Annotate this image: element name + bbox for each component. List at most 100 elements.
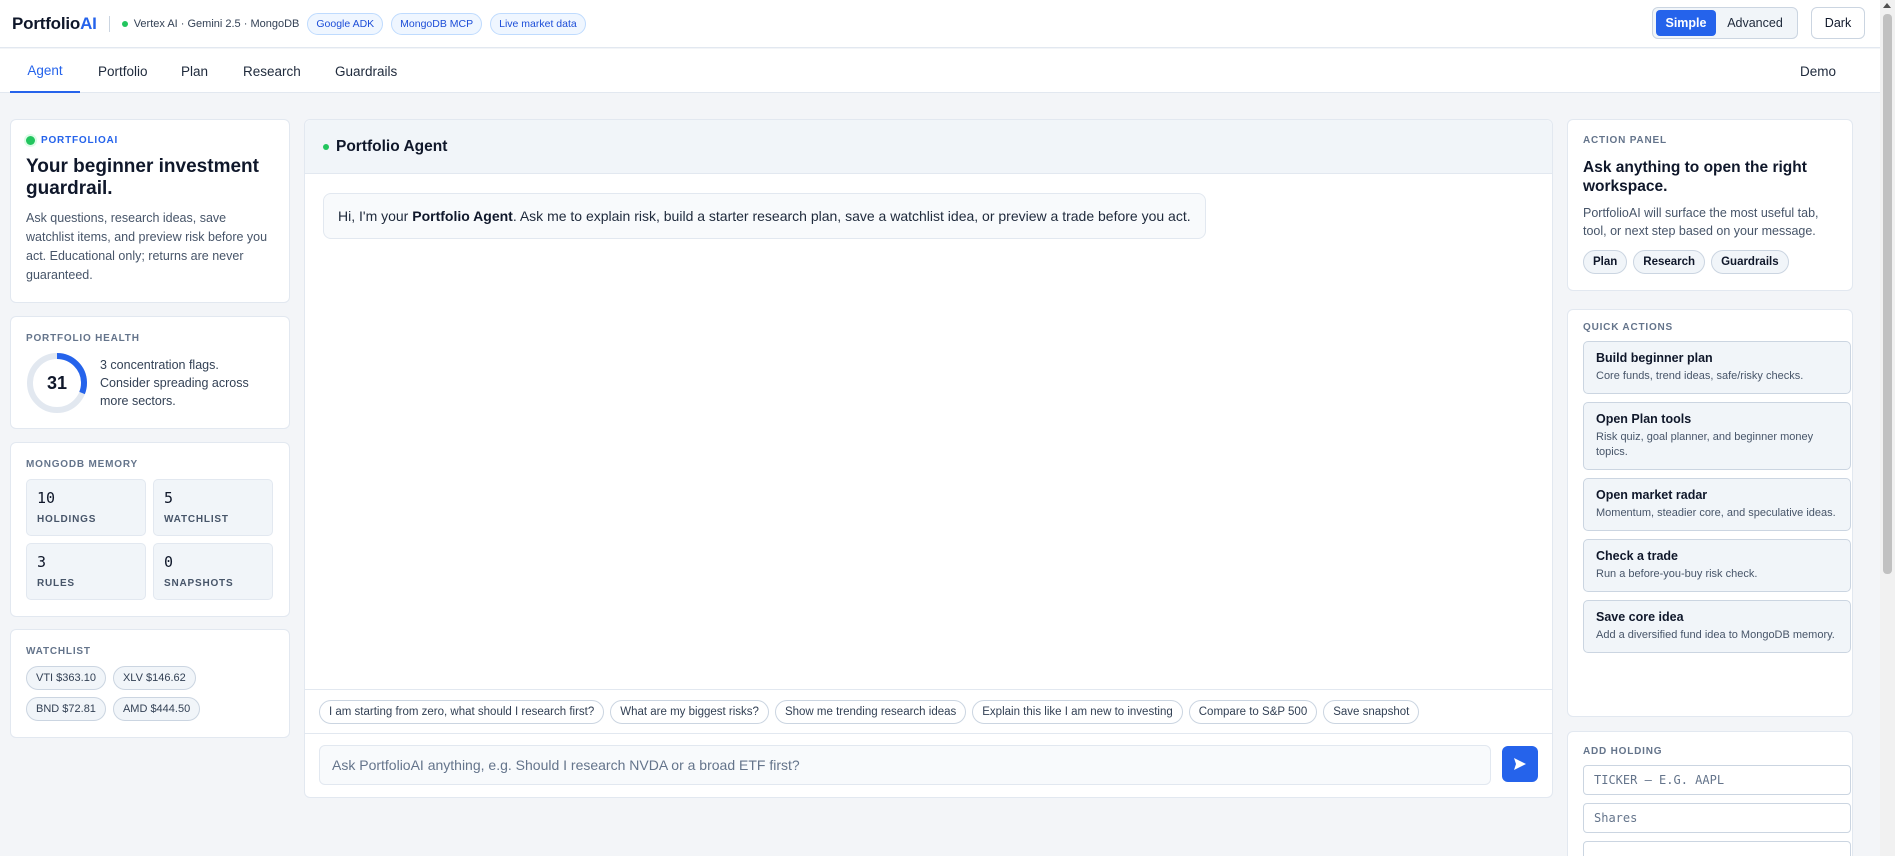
- quick-action-title: Open Plan tools: [1596, 412, 1692, 426]
- section-label: MONGODB MEMORY: [26, 459, 138, 470]
- simple-mode-button[interactable]: Simple: [1656, 10, 1716, 36]
- suggestion-chip[interactable]: I am starting from zero, what should I r…: [319, 699, 605, 724]
- section-label: PORTFOLIO HEALTH: [26, 333, 140, 344]
- tab-plan[interactable]: Plan: [181, 49, 208, 93]
- suggestion-chip[interactable]: Save snapshot: [1323, 699, 1420, 724]
- stat-label: SNAPSHOTS: [164, 578, 234, 589]
- action-panel-title: Ask anything to open the right workspace…: [1583, 159, 1807, 195]
- watchlist-chip[interactable]: VTI $363.10: [26, 666, 106, 690]
- ticker-input[interactable]: [1583, 765, 1851, 795]
- health-summary: 3 concentration flags. Consider spreadin…: [100, 358, 249, 408]
- stat-watchlist[interactable]: 5 WATCHLIST: [153, 479, 273, 536]
- header-divider: [108, 15, 110, 32]
- tab-agent[interactable]: Agent: [10, 49, 80, 93]
- suggestion-chip[interactable]: What are my biggest risks?: [610, 699, 769, 724]
- quick-action-desc: Run a before-you-buy risk check.: [1596, 568, 1758, 580]
- section-label: ACTION PANEL: [1583, 135, 1667, 146]
- quick-action-title: Open market radar: [1596, 488, 1708, 502]
- top-header: PortfolioAI Vertex AI · Gemini 2.5 · Mon…: [0, 0, 1880, 48]
- tab-portfolio[interactable]: Portfolio: [98, 49, 148, 93]
- action-panel-text: PortfolioAI will surface the most useful…: [1583, 206, 1819, 238]
- action-panel-card: ACTION PANEL Ask anything to open the ri…: [1567, 119, 1853, 291]
- quick-action-check-trade[interactable]: Check a trade Run a before-you-buy risk …: [1583, 539, 1851, 592]
- suggestion-row: I am starting from zero, what should I r…: [305, 689, 1552, 734]
- status-dot-icon: [121, 20, 128, 27]
- suggestion-chip[interactable]: Explain this like I am new to investing: [972, 699, 1183, 724]
- section-label: QUICK ACTIONS: [1583, 322, 1674, 333]
- stat-label: RULES: [37, 578, 75, 589]
- logo-accent: AI: [80, 13, 97, 33]
- holding-extra-input[interactable]: [1583, 841, 1851, 856]
- stat-snapshots[interactable]: 0 SNAPSHOTS: [153, 543, 273, 600]
- watchlist-chip[interactable]: BND $72.81: [26, 697, 106, 721]
- quick-action-title: Save core idea: [1596, 610, 1684, 624]
- stat-holdings[interactable]: 10 HOLDINGS: [26, 479, 146, 536]
- quick-action-desc: Momentum, steadier core, and speculative…: [1596, 507, 1836, 519]
- add-holding-card: ADD HOLDING: [1567, 731, 1853, 856]
- main-nav: Agent Portfolio Plan Research Guardrails…: [0, 49, 1880, 93]
- watchlist-chip[interactable]: XLV $146.62: [112, 666, 196, 690]
- agent-chat-panel: Portfolio Agent Hi, I'm your Portfolio A…: [304, 119, 1553, 798]
- stat-value: 5: [164, 489, 174, 507]
- scrollbar-thumb[interactable]: [1883, 14, 1892, 574]
- tag-mongodb-mcp: MongoDB MCP: [391, 12, 483, 35]
- intro-card: PORTFOLIOAI Your beginner investment gua…: [10, 119, 290, 303]
- quick-action-plan-tools[interactable]: Open Plan tools Risk quiz, goal planner,…: [1583, 402, 1851, 470]
- shares-input[interactable]: [1583, 803, 1851, 833]
- watchlist-card: WATCHLIST VTI $363.10 XLV $146.62 BND $7…: [10, 629, 290, 738]
- quick-action-title: Build beginner plan: [1596, 351, 1713, 365]
- mode-toggle: Simple Advanced: [1652, 7, 1798, 39]
- greeting-prefix: Hi, I'm your: [338, 208, 413, 224]
- hero-title: Your beginner investment guardrail.: [26, 156, 259, 199]
- status-dot-icon: [26, 136, 35, 145]
- stat-label: HOLDINGS: [37, 514, 97, 525]
- quick-action-build-plan[interactable]: Build beginner plan Core funds, trend id…: [1583, 341, 1851, 394]
- page-scrollbar[interactable]: [1880, 0, 1895, 856]
- scroll-up-icon[interactable]: [1883, 3, 1891, 8]
- app-logo[interactable]: PortfolioAI: [12, 14, 97, 34]
- workspace-chip-plan[interactable]: Plan: [1583, 250, 1628, 274]
- stat-label: WATCHLIST: [164, 514, 229, 525]
- workspace-chip-research[interactable]: Research: [1633, 250, 1706, 274]
- hero-description: Ask questions, research ideas, save watc…: [26, 211, 268, 282]
- quick-actions-card: QUICK ACTIONS Build beginner plan Core f…: [1567, 309, 1853, 717]
- send-icon: [1514, 758, 1526, 770]
- suggestion-chip[interactable]: Show me trending research ideas: [774, 699, 967, 724]
- stat-value: 10: [37, 489, 56, 507]
- demo-link[interactable]: Demo: [1800, 49, 1836, 93]
- logo-main: Portfolio: [12, 13, 81, 33]
- brand-row: PORTFOLIOAI: [26, 135, 274, 146]
- quick-action-save-core[interactable]: Save core idea Add a diversified fund id…: [1583, 600, 1851, 653]
- health-score-gauge: 31: [26, 352, 88, 414]
- agent-header: Portfolio Agent: [305, 120, 1552, 174]
- stack-label: Vertex AI · Gemini 2.5 · MongoDB: [133, 17, 300, 30]
- agent-message: Hi, I'm your Portfolio Agent. Ask me to …: [323, 193, 1206, 239]
- suggestion-chip[interactable]: Compare to S&P 500: [1188, 699, 1318, 724]
- quick-action-market-radar[interactable]: Open market radar Momentum, steadier cor…: [1583, 478, 1851, 531]
- portfolio-health-card: PORTFOLIO HEALTH 31 3 concentration flag…: [10, 316, 290, 429]
- tech-stack-status: Vertex AI · Gemini 2.5 · MongoDB: [121, 17, 300, 30]
- quick-action-desc: Add a diversified fund idea to MongoDB m…: [1596, 629, 1835, 641]
- advanced-mode-button[interactable]: Advanced: [1716, 10, 1794, 36]
- quick-action-title: Check a trade: [1596, 549, 1678, 563]
- stat-value: 0: [164, 553, 174, 571]
- chat-input[interactable]: [319, 745, 1491, 785]
- greeting-suffix: . Ask me to explain risk, build a starte…: [512, 208, 1191, 224]
- stat-rules[interactable]: 3 RULES: [26, 543, 146, 600]
- quick-action-desc: Core funds, trend ideas, safe/risky chec…: [1596, 370, 1804, 382]
- tab-research[interactable]: Research: [243, 49, 301, 93]
- watchlist-chip[interactable]: AMD $444.50: [112, 697, 201, 721]
- section-label: WATCHLIST: [26, 646, 91, 657]
- dark-theme-button[interactable]: Dark: [1811, 7, 1865, 39]
- section-label: ADD HOLDING: [1583, 746, 1663, 757]
- brand-label: PORTFOLIOAI: [41, 135, 119, 146]
- mongodb-memory-card: MONGODB MEMORY 10 HOLDINGS 5 WATCHLIST 3…: [10, 442, 290, 617]
- stat-value: 3: [37, 553, 47, 571]
- workspace-chip-guardrails[interactable]: Guardrails: [1711, 250, 1789, 274]
- health-score: 31: [46, 372, 68, 393]
- tab-guardrails[interactable]: Guardrails: [335, 49, 397, 93]
- send-button[interactable]: [1502, 746, 1538, 782]
- tag-google-adk: Google ADK: [307, 12, 384, 35]
- quick-action-desc: Risk quiz, goal planner, and beginner mo…: [1596, 431, 1814, 458]
- tag-live-market-data: Live market data: [490, 12, 586, 35]
